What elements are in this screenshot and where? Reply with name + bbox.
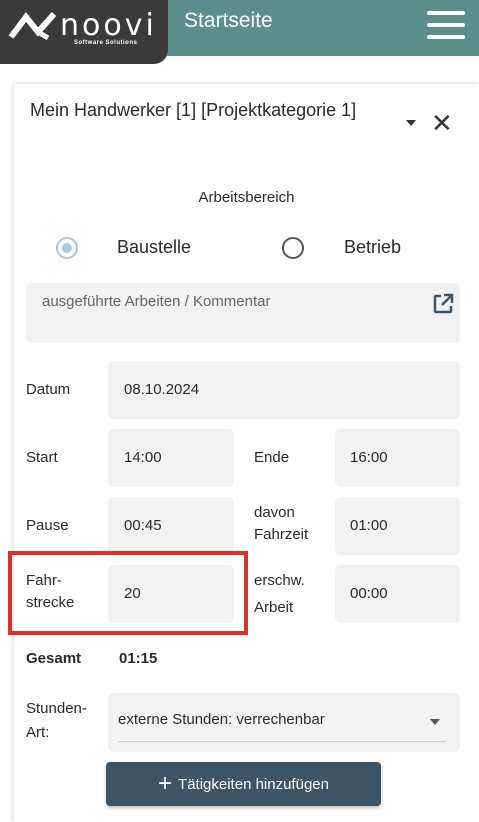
section-label-arbeitsbereich: Arbeitsbereich [198,189,295,206]
label-datum: Datum [26,381,71,398]
label-ende: Ende [254,449,290,466]
logo-text: noovi [60,8,157,43]
card-title: Mein Handwerker [1] [Projektkategorie 1] [30,100,357,120]
logo-subtitle: Software Solutions [74,40,138,46]
open-external-icon[interactable] [432,293,454,315]
time-entry-card: Mein Handwerker [1] [Projektkategorie 1]… [14,84,479,822]
gesamt-value: 01:15 [119,650,158,667]
comment-field[interactable]: ausgeführte Arbeiten / Kommentar [26,283,460,343]
label-fahrzeit-line1: davon [254,504,295,521]
label-start: Start [26,449,58,466]
plus-icon: + [158,770,173,797]
fahrzeit-value: 01:00 [350,517,388,534]
stundenart-value: externe Stunden: verrechenbar [118,711,325,728]
ende-field[interactable]: 16:00 [335,429,460,487]
label-fahrzeit-line2: Fahrzeit [254,526,309,543]
erschwert-field[interactable]: 00:00 [335,565,460,623]
chevron-down-icon[interactable] [406,120,416,126]
start-field[interactable]: 14:00 [108,429,234,487]
label-stundenart: Stunden- Art: [26,698,87,744]
datum-value: 08.10.2024 [124,381,200,398]
close-icon[interactable]: ✕ [431,110,453,136]
pause-value: 00:45 [124,517,162,534]
page-title: Startseite [184,9,273,32]
select-underline [118,741,446,742]
fahrzeit-field[interactable]: 01:00 [335,497,460,555]
radio-label-betrieb: Betrieb [344,237,402,257]
pause-field[interactable]: 00:45 [108,497,234,555]
add-activities-label: Tätigkeiten hinzufügen [178,775,329,793]
noovi-logo-mark-icon [8,12,57,40]
label-fahrzeit: davon Fahrzeit [254,502,308,546]
label-erschwert-line2: Arbeit [254,599,294,616]
radio-label-baustelle: Baustelle [117,237,192,257]
label-erschwert-line1: erschw. [254,572,305,589]
hamburger-menu-icon[interactable] [427,11,465,39]
label-stundenart-line2: Art: [26,724,50,741]
ende-value: 16:00 [350,449,388,466]
comment-placeholder: ausgeführte Arbeiten / Kommentar [42,293,271,310]
radio-baustelle[interactable] [56,237,78,259]
chevron-down-icon [430,719,440,725]
erschwert-value: 00:00 [350,585,388,602]
highlight-box [8,551,248,635]
gesamt-label: Gesamt [26,650,82,667]
radio-betrieb[interactable] [282,237,304,259]
start-value: 14:00 [124,449,162,466]
logo[interactable]: noovi Software Solutions [0,0,168,64]
add-activities-button[interactable]: + Tätigkeiten hinzufügen [106,762,381,806]
datum-field[interactable]: 08.10.2024 [108,361,460,419]
label-stundenart-line1: Stunden- [26,700,87,717]
label-pause: Pause [26,517,69,534]
stundenart-select[interactable]: externe Stunden: verrechenbar [108,693,460,752]
label-erschwert: erschw. Arbeit [254,570,305,619]
